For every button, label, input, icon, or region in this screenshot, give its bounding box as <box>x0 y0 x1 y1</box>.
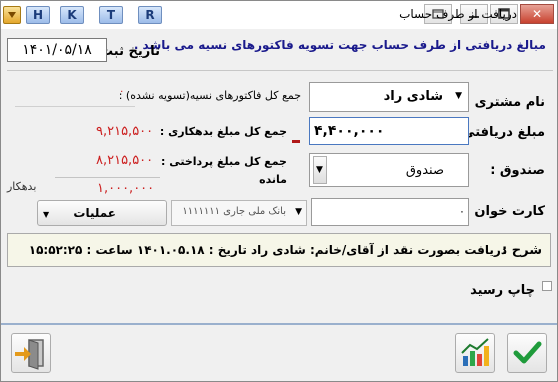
card-reader-label: کارت خوان <box>474 204 545 219</box>
divider <box>55 177 160 178</box>
chevron-down-icon: ▼ <box>43 210 50 219</box>
dropdown-button[interactable]: ▼ <box>313 156 327 184</box>
customer-label: نام مشتری : <box>464 95 545 110</box>
divider <box>1 323 557 325</box>
remaining-status: بدهکار <box>7 180 37 193</box>
shortcut-r-button[interactable]: R <box>138 6 162 24</box>
bank-value: بانک ملی جاری ۱۱۱۱۱۱۱ <box>182 206 286 217</box>
chevron-down-icon[interactable]: ▼ <box>455 91 462 101</box>
operations-label: عملیات <box>73 206 116 220</box>
exit-button[interactable] <box>11 333 51 373</box>
remaining-label: مانده <box>259 173 287 186</box>
shortcut-h-button[interactable]: H <box>26 6 50 24</box>
chevron-down-icon: ▼ <box>316 165 323 175</box>
amount-input[interactable]: ۴,۴۰۰,۰۰۰ <box>309 117 469 145</box>
chart-report-icon <box>461 338 489 366</box>
note-label: شرح : <box>502 243 542 258</box>
print-receipt-checkbox[interactable] <box>542 281 552 291</box>
minus-icon <box>292 140 300 143</box>
debit-total-value: ۹,۲۱۵,۵۰۰ <box>96 124 154 139</box>
report-button[interactable] <box>455 333 495 373</box>
amount-value: ۴,۴۰۰,۰۰۰ <box>314 123 385 139</box>
title-bar: H K T R ✕ دریافت از طرف حساب <box>1 1 557 29</box>
card-reader-value: ۰ <box>459 205 465 218</box>
reg-date-field[interactable]: ۱۴۰۱/۰۵/۱۸ <box>7 38 107 62</box>
customer-value: شادی راد <box>383 89 443 104</box>
customer-select[interactable]: شادی راد ▼ <box>309 82 469 112</box>
paid-total-value: ۸,۲۱۵,۵۰۰ <box>96 153 154 168</box>
exit-door-icon <box>15 339 44 370</box>
shortcut-k-button[interactable]: K <box>60 6 84 24</box>
description-text: مبالغ دریافتی از طرف حساب جهت تسویه فاکت… <box>133 38 546 52</box>
bank-select[interactable]: بانک ملی جاری ۱۱۱۱۱۱۱ ▼ <box>171 200 307 226</box>
close-icon[interactable]: ✕ <box>520 4 554 24</box>
remaining-value: ۱,۰۰۰,۰۰۰ <box>97 181 155 196</box>
app-menu-icon[interactable] <box>3 6 21 24</box>
fund-select[interactable]: صندوق ▼ <box>309 153 469 187</box>
note-value: دریافت بصورت نقد از آقای/خانم: شادی راد … <box>28 243 507 257</box>
shortcut-t-button[interactable]: T <box>99 6 123 24</box>
card-reader-input[interactable]: ۰ <box>311 198 469 226</box>
paid-total-label: جمع کل مبلغ پرداختی : <box>161 155 287 168</box>
checkmark-icon <box>513 341 542 364</box>
window-title: دریافت از طرف حساب <box>399 7 517 21</box>
note-panel[interactable]: شرح : دریافت بصورت نقد از آقای/خانم: شاد… <box>7 233 551 267</box>
fund-label: صندوق : <box>490 163 545 178</box>
chevron-down-icon[interactable]: ▼ <box>295 207 302 217</box>
debit-total-label: جمع کل مبلغ بدهکاری : <box>159 125 287 138</box>
dialog-window: H K T R ✕ دریافت از طرف حساب مبالغ دریاف… <box>0 0 558 382</box>
divider <box>15 106 135 107</box>
divider <box>7 70 553 71</box>
confirm-button[interactable] <box>507 333 547 373</box>
invoices-total-value: ۰ <box>119 86 125 97</box>
print-receipt-label[interactable]: چاپ رسید <box>470 283 535 298</box>
operations-button[interactable]: عملیات ▼ <box>37 200 167 226</box>
fund-value: صندوق <box>405 163 444 178</box>
invoices-total-label: جمع کل فاکتورهای نسیه(تسویه نشده) : <box>118 89 301 102</box>
